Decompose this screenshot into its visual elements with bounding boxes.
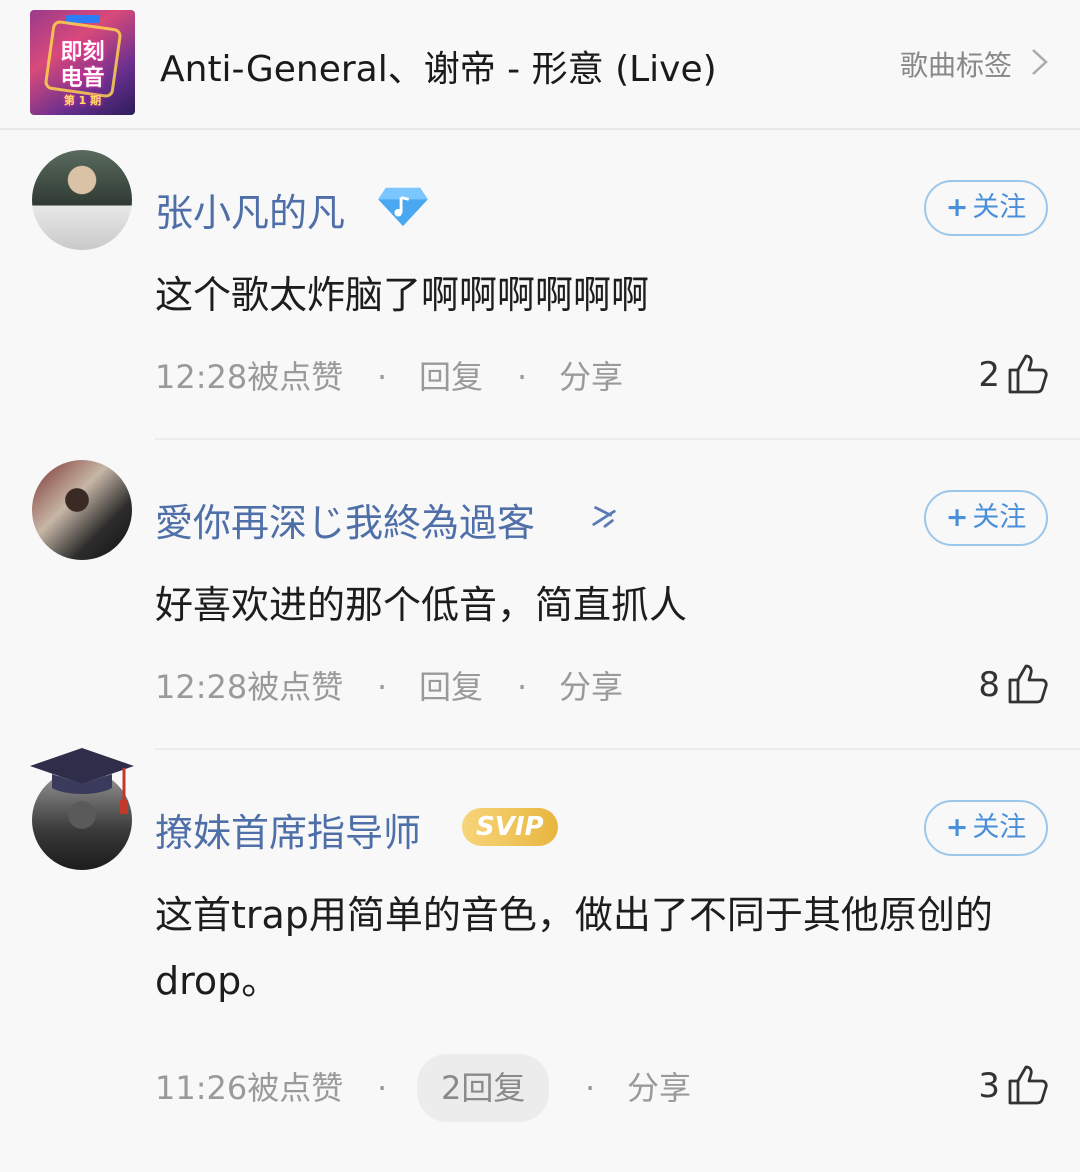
thumbs-up-icon (1008, 664, 1048, 704)
reply-count-button[interactable]: 2回复 (417, 1054, 550, 1122)
plus-icon: + (945, 502, 969, 533)
follow-button[interactable]: + 关注 (924, 490, 1048, 546)
dot-separator: · (517, 358, 528, 396)
follow-label: 关注 (972, 502, 1027, 533)
follow-button[interactable]: + 关注 (924, 180, 1048, 236)
share-button[interactable]: 分享 (559, 662, 623, 712)
song-title[interactable]: Anti-General、谢帝 - 形意 (Live) (160, 40, 717, 92)
thumbs-up-icon (1008, 1065, 1048, 1105)
liked-time: 11:26被点赞 (155, 1069, 344, 1107)
reply-button[interactable]: 回复 (419, 662, 483, 712)
like-button[interactable]: 2 (900, 350, 1050, 400)
dot-separator: · (377, 668, 388, 706)
comment-divider (155, 748, 1080, 750)
like-button[interactable]: 8 (900, 660, 1050, 710)
like-count: 3 (978, 1066, 1000, 1106)
graduation-cap-icon (30, 748, 134, 814)
comment-text: 好喜欢进的那个低音，简直抓人 (155, 583, 688, 627)
liked-time: 12:28被点赞 (155, 668, 344, 706)
music-diamond-icon[interactable] (376, 186, 430, 228)
comment-divider (155, 438, 1080, 440)
liked-time: 12:28被点赞 (155, 358, 344, 396)
song-tags-link[interactable]: 歌曲标签 (900, 44, 1012, 84)
plus-icon: + (945, 812, 969, 843)
dot-separator: · (377, 358, 388, 396)
dot-separator: · (585, 1069, 596, 1107)
svip-badge[interactable]: SVIP (462, 808, 558, 846)
comment-username[interactable]: 撩妹首席指导师 (155, 802, 421, 857)
cover-text-line3: 第 1 期 (63, 94, 102, 107)
dot-separator: · (517, 668, 528, 706)
comment-text: 这首trap用简单的音色，做出了不同于其他原创的drop。 (155, 893, 993, 1003)
avatar[interactable] (32, 150, 132, 250)
album-cover[interactable]: 即刻 电音 第 1 期 (30, 10, 135, 115)
song-header: 即刻 电音 第 1 期 Anti-General、谢帝 - 形意 (Live) … (0, 0, 1080, 130)
decor-mark-icon (592, 506, 616, 528)
thumbs-up-icon (1008, 354, 1048, 394)
cover-text-line2: 电音 (60, 66, 105, 91)
dot-separator: · (377, 1069, 388, 1107)
like-count: 2 (978, 355, 1000, 395)
follow-button[interactable]: + 关注 (924, 800, 1048, 856)
follow-label: 关注 (972, 192, 1027, 223)
like-count: 8 (978, 665, 1000, 705)
comment-text: 这个歌太炸脑了啊啊啊啊啊啊 (155, 273, 650, 317)
avatar[interactable] (32, 460, 132, 560)
chevron-right-icon[interactable] (1028, 47, 1050, 77)
comment-username[interactable]: 张小凡的凡 (155, 182, 345, 237)
plus-icon: + (945, 192, 969, 223)
reply-button[interactable]: 回复 (419, 352, 483, 402)
share-button[interactable]: 分享 (627, 1063, 691, 1113)
like-button[interactable]: 3 (900, 1061, 1050, 1111)
share-button[interactable]: 分享 (559, 352, 623, 402)
comment-username[interactable]: 愛你再深じ我終為過客 (155, 492, 535, 547)
follow-label: 关注 (972, 812, 1027, 843)
